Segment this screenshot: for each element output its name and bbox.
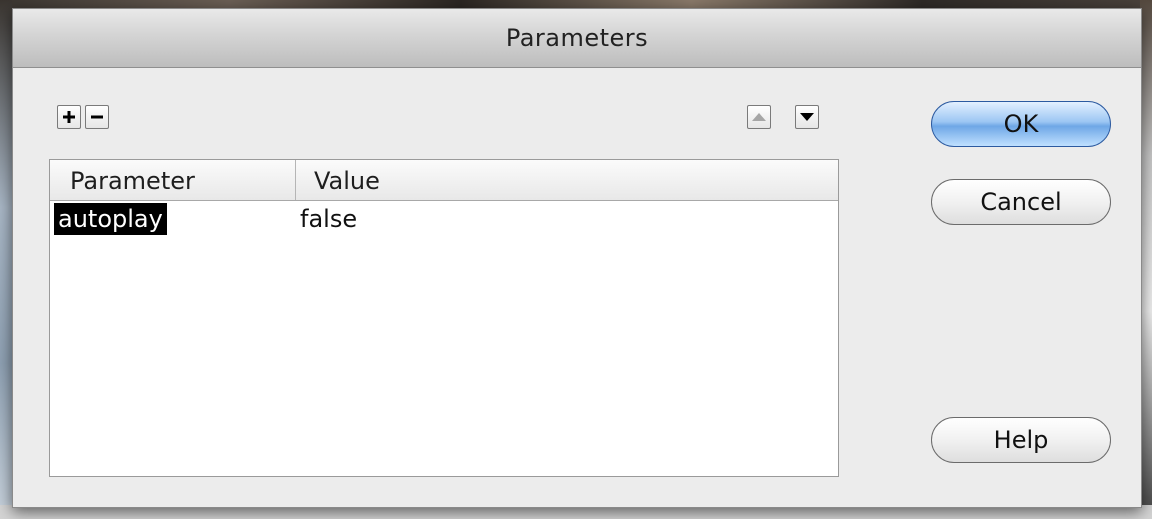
title-bar[interactable]: Parameters	[13, 9, 1141, 68]
triangle-down-icon	[800, 113, 814, 121]
value-cell[interactable]: false	[300, 203, 357, 235]
dialog-title: Parameters	[505, 24, 649, 52]
parameter-cell[interactable]: autoplay	[54, 203, 167, 235]
move-up-button[interactable]	[747, 105, 771, 129]
table-header: Parameter Value	[50, 160, 838, 201]
remove-parameter-button[interactable]	[85, 105, 109, 129]
minus-icon	[91, 115, 103, 119]
parameters-table: Parameter Value autoplay false	[49, 159, 839, 477]
column-header-parameter[interactable]: Parameter	[70, 160, 195, 200]
parameters-dialog: Parameters Parameter Value autoplay fals…	[12, 8, 1142, 508]
table-row[interactable]: autoplay false	[50, 201, 838, 235]
move-down-button[interactable]	[795, 105, 819, 129]
column-header-value[interactable]: Value	[314, 160, 380, 200]
plus-icon	[63, 111, 75, 123]
help-button[interactable]: Help	[931, 417, 1111, 463]
desktop-background-left	[0, 0, 12, 519]
ok-button[interactable]: OK	[931, 101, 1111, 147]
add-parameter-button[interactable]	[57, 105, 81, 129]
cancel-button[interactable]: Cancel	[931, 179, 1111, 225]
column-divider[interactable]	[295, 160, 296, 200]
triangle-up-icon	[752, 113, 766, 121]
